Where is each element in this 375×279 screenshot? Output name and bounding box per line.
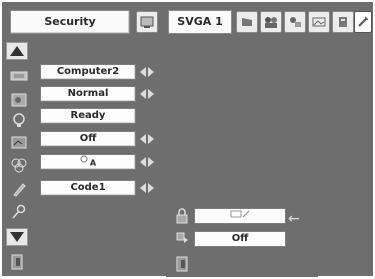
mode-row[interactable]: Normal xyxy=(40,86,160,102)
status-row[interactable]: Ready xyxy=(40,108,160,124)
up-arrow-icon[interactable] xyxy=(6,42,28,60)
pin-code-lock-panel: Off xyxy=(166,197,318,277)
status-value[interactable]: Ready xyxy=(40,108,136,124)
exit-icon[interactable] xyxy=(172,255,192,273)
mode-value[interactable]: Normal xyxy=(40,86,136,102)
adjust-arrows-icon[interactable] xyxy=(140,67,158,77)
lamp-icon[interactable] xyxy=(6,108,32,132)
pin-code-value[interactable]: Off xyxy=(194,231,286,247)
adjust-arrows-icon[interactable] xyxy=(140,89,158,99)
security-icon[interactable] xyxy=(354,11,372,33)
logo-row[interactable]: A xyxy=(40,154,160,170)
logo-value[interactable]: A xyxy=(40,154,136,170)
screen-icon[interactable] xyxy=(6,131,32,155)
lock-icon[interactable] xyxy=(172,207,192,225)
image-icon[interactable] xyxy=(308,11,330,33)
adjust-arrows-icon[interactable] xyxy=(140,134,158,144)
source-icon[interactable] xyxy=(136,11,158,33)
left-pointer-icon: ← xyxy=(288,211,300,227)
key-icon[interactable] xyxy=(6,200,32,224)
input-source-label: SVGA 1 xyxy=(168,10,232,34)
pin-code-icon-box[interactable] xyxy=(194,208,286,224)
keystone-icon[interactable] xyxy=(236,11,258,33)
top-menu-bar: Security SVGA 1 xyxy=(8,6,372,40)
adjust-arrows-icon[interactable] xyxy=(140,183,158,193)
info-icon[interactable] xyxy=(332,11,354,33)
code-value[interactable]: Code1 xyxy=(40,180,136,196)
adjust-arrows-icon[interactable] xyxy=(140,157,158,167)
pencil-icon[interactable] xyxy=(6,177,32,201)
pin-code-setting-icon[interactable] xyxy=(172,230,192,248)
people-icon[interactable] xyxy=(260,11,282,33)
toggle-value[interactable]: Off xyxy=(40,131,136,147)
logo-icon xyxy=(80,155,90,170)
code-row[interactable]: Code1 xyxy=(40,180,160,196)
exit-icon[interactable] xyxy=(6,252,28,272)
down-arrow-icon[interactable] xyxy=(6,228,28,246)
toggle-row[interactable]: Off xyxy=(40,131,160,147)
source-row[interactable]: Computer2 xyxy=(40,64,160,80)
menu-title: Security xyxy=(10,10,130,34)
display-icon[interactable] xyxy=(6,64,32,88)
setting-icon[interactable] xyxy=(284,11,306,33)
source-value[interactable]: Computer2 xyxy=(40,64,136,80)
logo-text: A xyxy=(89,158,97,168)
color-icon[interactable] xyxy=(6,153,32,177)
pin-code-icon xyxy=(229,209,251,224)
